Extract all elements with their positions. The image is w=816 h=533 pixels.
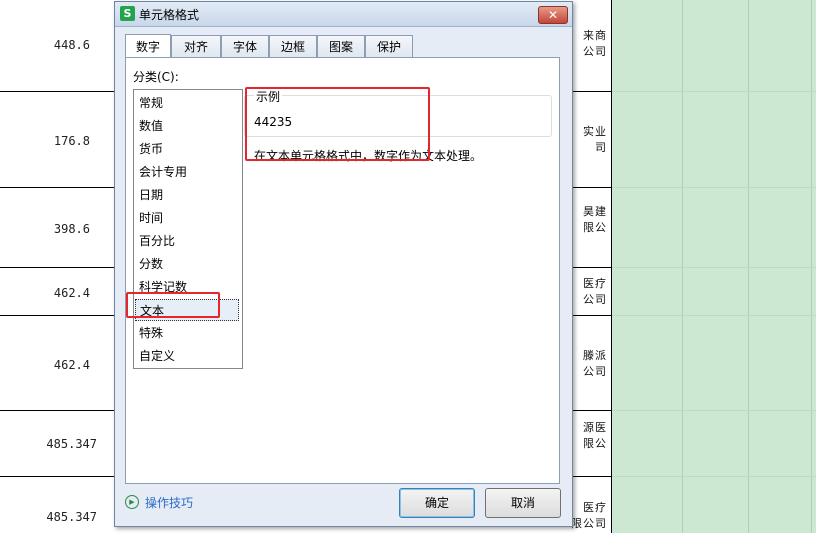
company-text: 限公司 xyxy=(571,517,607,530)
grid-line xyxy=(612,410,816,411)
company-cell[interactable]: 滕派 公司 xyxy=(571,348,607,380)
company-text: 限公 xyxy=(583,437,607,450)
cell-value[interactable]: 176.8 xyxy=(10,134,90,148)
category-item-custom[interactable]: 自定义 xyxy=(135,345,239,367)
ok-button[interactable]: 确定 xyxy=(399,488,475,518)
company-text: 司 xyxy=(595,141,607,154)
app-logo-icon: S xyxy=(120,6,135,21)
play-icon[interactable]: ▶ xyxy=(125,495,139,509)
company-text: 医疗 xyxy=(583,277,607,290)
dialog-title: 单元格格式 xyxy=(139,8,200,22)
company-text: 公司 xyxy=(583,293,607,306)
category-item-number[interactable]: 数值 xyxy=(135,115,239,137)
tab-number[interactable]: 数字 xyxy=(125,34,171,58)
tab-alignment[interactable]: 对齐 xyxy=(171,35,221,58)
company-text: 昊建 xyxy=(583,205,607,218)
format-cells-dialog: S 单元格格式 ✕ 数字 对齐 字体 边框 图案 保护 分类(C): 常规 数值… xyxy=(114,1,573,527)
grid-line xyxy=(612,315,816,316)
category-label: 分类(C): xyxy=(133,70,179,84)
grid-line xyxy=(612,267,816,268)
category-item-accounting[interactable]: 会计专用 xyxy=(135,161,239,183)
highlight-box-text-category xyxy=(126,292,220,318)
cell-value[interactable]: 398.6 xyxy=(10,222,90,236)
company-text: 公司 xyxy=(583,45,607,58)
category-list[interactable]: 常规 数值 货币 会计专用 日期 时间 百分比 分数 科学记数 文本 特殊 自定… xyxy=(133,89,243,369)
tips-link[interactable]: 操作技巧 xyxy=(145,494,193,511)
close-icon: ✕ xyxy=(547,8,559,22)
company-text: 源医 xyxy=(583,421,607,434)
tab-protection[interactable]: 保护 xyxy=(365,35,413,58)
cell-value[interactable]: 462.4 xyxy=(10,286,90,300)
company-text: 医疗 xyxy=(583,501,607,514)
close-button[interactable]: ✕ xyxy=(538,6,568,24)
category-item-percentage[interactable]: 百分比 xyxy=(135,230,239,252)
category-item-general[interactable]: 常规 xyxy=(135,92,239,114)
category-item-currency[interactable]: 货币 xyxy=(135,138,239,160)
company-text: 公司 xyxy=(583,365,607,378)
tab-border[interactable]: 边框 xyxy=(269,35,317,58)
grid-line xyxy=(612,91,816,92)
cell-value[interactable]: 485.347 xyxy=(17,510,97,524)
dialog-titlebar[interactable]: S 单元格格式 ✕ xyxy=(115,2,572,27)
cell-value[interactable]: 462.4 xyxy=(10,358,90,372)
tab-pattern[interactable]: 图案 xyxy=(317,35,365,58)
company-text: 滕派 xyxy=(583,349,607,362)
grid-line xyxy=(612,187,816,188)
grid-line xyxy=(612,476,816,477)
category-item-date[interactable]: 日期 xyxy=(135,184,239,206)
tab-font[interactable]: 字体 xyxy=(221,35,269,58)
category-item-time[interactable]: 时间 xyxy=(135,207,239,229)
company-cell[interactable]: 昊建 限公 xyxy=(571,204,607,236)
company-text: 来商 xyxy=(583,29,607,42)
company-cell[interactable]: 来商 公司 xyxy=(571,28,607,60)
company-cell[interactable]: 实业 司 xyxy=(571,124,607,156)
highlight-box-sample xyxy=(245,87,430,161)
cancel-button[interactable]: 取消 xyxy=(485,488,561,518)
company-cell[interactable]: 医疗 公司 xyxy=(571,276,607,308)
company-cell[interactable]: 源医 限公 xyxy=(571,420,607,452)
cell-value[interactable]: 448.6 xyxy=(10,38,90,52)
company-text: 实业 xyxy=(583,125,607,138)
company-cell[interactable]: 医疗 限公司 xyxy=(571,500,607,532)
category-item-special[interactable]: 特殊 xyxy=(135,322,239,344)
company-text: 限公 xyxy=(583,221,607,234)
cell-value[interactable]: 485.347 xyxy=(17,437,97,451)
category-item-fraction[interactable]: 分数 xyxy=(135,253,239,275)
